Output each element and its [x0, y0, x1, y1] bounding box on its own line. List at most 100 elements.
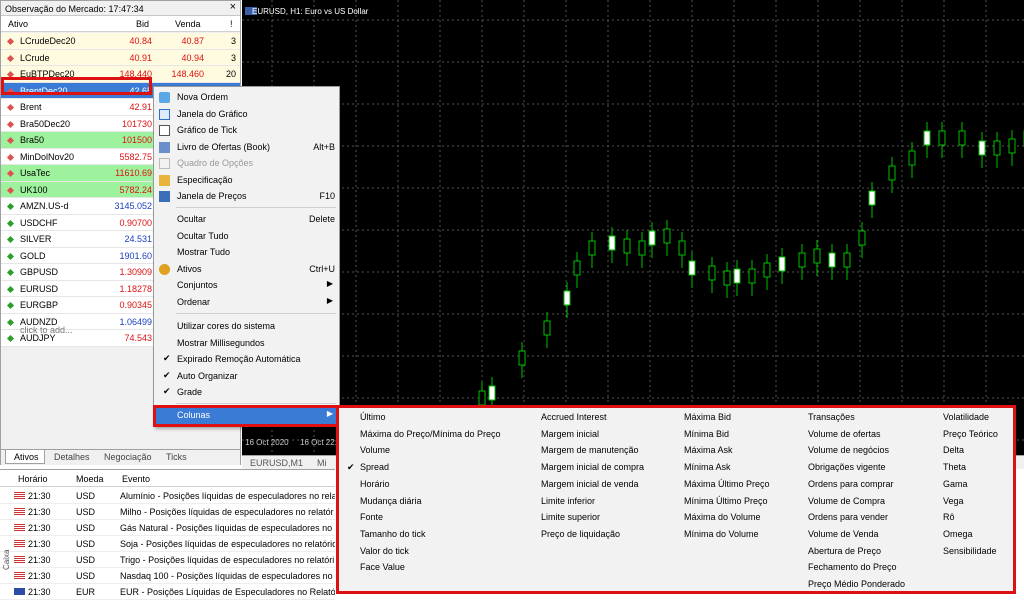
column-option[interactable]: Delta	[943, 445, 964, 455]
calendar-row[interactable]: 21:30 USD Nasdaq 100 - Posições líquidas d…	[0, 568, 335, 584]
column-option[interactable]: Mudança diária	[360, 496, 422, 506]
menu-item-livro-ofertas[interactable]: Livro de Ofertas (Book) Alt+B	[154, 139, 339, 156]
column-option[interactable]: Valor do tick	[360, 546, 409, 556]
candle-body	[623, 238, 631, 254]
column-option[interactable]: Mínima Ask	[684, 462, 731, 472]
candle-body	[678, 240, 686, 256]
column-option[interactable]: Ordens para vender	[808, 512, 888, 522]
column-option[interactable]: Margem inicial	[541, 429, 599, 439]
column-option[interactable]: Mínima do Volume	[684, 529, 759, 539]
chart-tab[interactable]: Mi	[317, 458, 327, 468]
menu-item-janela-precos[interactable]: Janela de Preços F10	[154, 188, 339, 205]
column-option[interactable]: Rô	[943, 512, 955, 522]
column-option[interactable]: Máxima Ask	[684, 445, 733, 455]
column-header-time[interactable]: Horário	[18, 474, 48, 484]
market-watch-row[interactable]: LCrudeDec20 40.84 40.87 3	[1, 33, 240, 50]
column-option[interactable]: Omega	[943, 529, 973, 539]
column-option[interactable]: Volatilidade	[943, 412, 989, 422]
calendar-row[interactable]: 21:30 USD Soja - Posições líquidas de espe…	[0, 536, 335, 552]
column-option[interactable]: Theta	[943, 462, 966, 472]
menu-item-janela-grafico[interactable]: Janela do Gráfico	[154, 106, 339, 123]
menu-item-grafico-tick[interactable]: Gráfico de Tick	[154, 122, 339, 139]
column-option[interactable]: Margem inicial de venda	[541, 479, 639, 489]
candlestick-chart[interactable]	[242, 0, 1024, 455]
column-option[interactable]: Margem de manutenção	[541, 445, 639, 455]
eu-flag-icon	[14, 588, 25, 595]
column-option[interactable]: Volume de ofertas	[808, 429, 881, 439]
menu-item-nova-ordem[interactable]: Nova Ordem	[154, 89, 339, 106]
column-option[interactable]: Último	[360, 412, 386, 422]
menu-item-ativos[interactable]: Ativos Ctrl+U	[154, 261, 339, 278]
column-option[interactable]: Mínima Bid	[684, 429, 729, 439]
column-option[interactable]: Limite superior	[541, 512, 600, 522]
column-option[interactable]: Ordens para comprar	[808, 479, 894, 489]
column-option[interactable]: Transações	[808, 412, 855, 422]
checkmark-icon: ✔	[163, 369, 171, 380]
menu-item-cores-sistema[interactable]: Utilizar cores do sistema	[154, 318, 339, 335]
calendar-row[interactable]: 21:30 USD Gás Natural - Posições líquidas …	[0, 520, 335, 536]
column-option[interactable]: Margem inicial de compra	[541, 462, 644, 472]
calendar-row[interactable]: 21:30 USD Alumínio - Posições líquidas de …	[0, 488, 335, 504]
menu-item-mostrar-tudo[interactable]: Mostrar Tudo	[154, 244, 339, 261]
column-option[interactable]: Face Value	[360, 562, 405, 572]
column-option[interactable]: Máxima do Volume	[684, 512, 761, 522]
column-header-symbol[interactable]: Ativo	[8, 19, 28, 29]
menu-item-expirado[interactable]: ✔ Expirado Remoção Automática	[154, 351, 339, 368]
column-option[interactable]: Abertura de Preço	[808, 546, 881, 556]
column-header-ask[interactable]: Venda	[175, 19, 201, 29]
column-option[interactable]: Limite inferior	[541, 496, 595, 506]
column-header-currency[interactable]: Moeda	[76, 474, 104, 484]
column-option[interactable]: ✔ Spread	[347, 462, 389, 472]
candle-body	[888, 165, 896, 181]
column-header-event[interactable]: Evento	[122, 474, 150, 484]
menu-item-ordenar[interactable]: Ordenar ▶	[154, 294, 339, 311]
column-option[interactable]: Fechamento do Preço	[808, 562, 897, 572]
column-option[interactable]: Tamanho do tick	[360, 529, 426, 539]
column-option-label: Máxima Bid	[684, 412, 732, 422]
column-option[interactable]: Vega	[943, 496, 964, 506]
market-watch-row[interactable]: LCrude 40.91 40.94 3	[1, 49, 240, 66]
price-chart[interactable]	[242, 0, 1024, 455]
chart-tab[interactable]: EURUSD,M1	[250, 458, 303, 468]
calendar-row[interactable]: 21:30 EUR EUR - Posições Líquidas de Espec…	[0, 584, 335, 600]
menu-item-ocultar[interactable]: Ocultar Delete	[154, 211, 339, 228]
column-option[interactable]: Fonte	[360, 512, 383, 522]
candle-body	[478, 390, 486, 406]
close-icon[interactable]: ×	[230, 1, 236, 13]
tab-ativos[interactable]: Ativos	[5, 450, 45, 464]
tab-ticks[interactable]: Ticks	[166, 452, 187, 462]
column-option[interactable]: Mínima Último Preço	[684, 496, 768, 506]
column-option[interactable]: Accrued Interest	[541, 412, 607, 422]
column-header-bid[interactable]: Bid	[136, 19, 149, 29]
column-option[interactable]: Sensibilidade	[943, 546, 997, 556]
column-option[interactable]: Máxima Último Preço	[684, 479, 770, 489]
column-option-label: Volatilidade	[943, 412, 990, 422]
menu-item-auto-organizar[interactable]: ✔ Auto Organizar	[154, 368, 339, 385]
spread-value: 3	[230, 52, 236, 63]
column-option[interactable]: Volume de Venda	[808, 529, 879, 539]
column-option[interactable]: Horário	[360, 479, 390, 489]
column-option[interactable]: Preço Teórico	[943, 429, 998, 439]
toolbox-side-label[interactable]: Caixa	[2, 550, 11, 570]
column-header-spread[interactable]: !	[230, 19, 233, 29]
calendar-row[interactable]: 21:30 USD Trigo - Posições líquidas de esp…	[0, 552, 335, 568]
us-flag-icon	[14, 540, 25, 547]
menu-item-ocultar-tudo[interactable]: Ocultar Tudo	[154, 228, 339, 245]
column-option[interactable]: Preço de liquidação	[541, 529, 620, 539]
menu-item-mostrar-ms[interactable]: Mostrar Millisegundos	[154, 335, 339, 352]
tab-negociacao[interactable]: Negociação	[104, 452, 152, 462]
column-option[interactable]: Preço Médio Ponderado	[808, 579, 905, 589]
column-option[interactable]: Volume	[360, 445, 390, 455]
menu-item-conjuntos[interactable]: Conjuntos ▶	[154, 277, 339, 294]
tab-detalhes[interactable]: Detalhes	[54, 452, 90, 462]
column-option[interactable]: Máxima Bid	[684, 412, 731, 422]
calendar-row[interactable]: 21:30 USD Milho - Posições líquidas de esp…	[0, 504, 335, 520]
column-option[interactable]: Gama	[943, 479, 968, 489]
column-option[interactable]: Volume de negócios	[808, 445, 889, 455]
column-option[interactable]: Máxima do Preço/Mínima do Preço	[360, 429, 501, 439]
column-option[interactable]: Volume de Compra	[808, 496, 885, 506]
menu-item-especificacao[interactable]: Especificação	[154, 172, 339, 189]
column-option[interactable]: Obrigações vigente	[808, 462, 886, 472]
menu-item-grade[interactable]: ✔ Grade	[154, 384, 339, 401]
add-symbol-hint[interactable]: click to add...	[20, 325, 73, 335]
